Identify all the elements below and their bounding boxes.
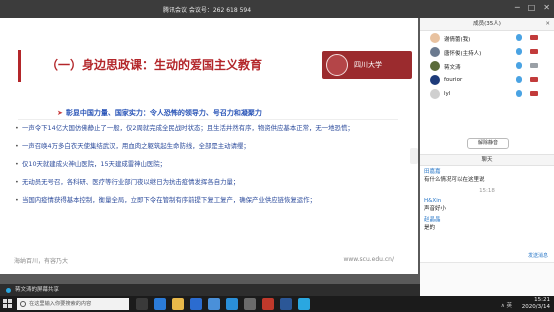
edge-icon[interactable] <box>154 298 166 310</box>
windows-start-icon[interactable] <box>3 299 13 309</box>
avatar <box>430 61 440 71</box>
avatar <box>430 75 440 85</box>
bullet-item: 当国内疫情获得基本控制，衡量全局，立即下令在管制有序前提下复工复产，确保产业供应… <box>14 196 404 214</box>
slide-subtitle-text: 彰显中国力量、国家实力：令人恐怖的领导力、号召力和凝聚力 <box>65 109 262 117</box>
logo-text: 四川大学 <box>354 61 382 69</box>
member-name: lyl <box>444 91 451 97</box>
maximize-icon[interactable]: □ <box>528 3 536 12</box>
slide-title: （一）身边思政课：生动的爱国主义教育 <box>46 58 263 72</box>
member-name: fourior <box>444 77 463 83</box>
bullet-item: 一声召唤4万多白衣天使集结武汉，用血肉之躯筑起生命防线，全部是主动请缨； <box>14 142 404 160</box>
share-indicator-icon <box>6 287 11 293</box>
screen-share-status: 蒋文涛的屏幕共享 <box>0 284 420 296</box>
member-name: 谢倩蕾(我) <box>444 37 471 43</box>
chat-sender: 田嘉嘉 <box>424 169 441 175</box>
member-row[interactable]: 蒋文涛 <box>420 59 554 73</box>
chat-header: 聊天 <box>420 154 554 166</box>
chat-message: 是的 <box>424 225 436 231</box>
camera-icon[interactable] <box>530 63 538 68</box>
minimize-icon[interactable]: ─ <box>515 3 520 12</box>
panel-toggle-button[interactable] <box>410 148 418 164</box>
avatar <box>430 89 440 99</box>
search-placeholder: 在这里输入你要搜索的内容 <box>29 301 92 307</box>
camera-icon[interactable] <box>530 35 538 40</box>
system-tray[interactable]: ∧ 英 <box>501 301 512 309</box>
clock-time: 15:21 <box>534 297 550 303</box>
send-message-link[interactable]: 发送消息 <box>528 252 548 259</box>
mail-icon[interactable] <box>208 298 220 310</box>
bullet-item: 无动员无号召，各科研、医疗等行业部门夜以继日为抗击疫情发挥各自力量； <box>14 178 404 196</box>
window-controls: ─ □ ✕ <box>515 3 550 12</box>
clock[interactable]: 15:21 2020/3/14 <box>522 297 550 311</box>
member-row[interactable]: 唐怀俊(主持人) <box>420 45 554 59</box>
windows-taskbar: 在这里输入你要搜索的内容 ∧ 英 15:21 2020/3/14 <box>0 296 554 312</box>
chat-footer: 发送消息 <box>420 250 554 260</box>
university-seal-icon <box>326 54 348 76</box>
title-accent-bar <box>18 50 21 82</box>
chat-input[interactable] <box>420 262 554 297</box>
bullet-item: 仅10天就建成火神山医院，15天建成雷神山医院； <box>14 160 404 178</box>
slide-subtitle: ➤ 彰显中国力量、国家实力：令人恐怖的领导力、号召力和凝聚力 <box>57 108 262 118</box>
close-panel-icon[interactable]: ✕ <box>545 18 550 30</box>
folder-icon[interactable] <box>172 298 184 310</box>
camera-icon[interactable] <box>530 49 538 54</box>
taskbar-search-input[interactable]: 在这里输入你要搜索的内容 <box>17 298 129 310</box>
share-status-text: 蒋文涛的屏幕共享 <box>15 287 60 293</box>
microphone-icon[interactable] <box>516 90 522 97</box>
chat-sender: 赵晶晶 <box>424 217 441 223</box>
clock-date: 2020/3/14 <box>521 304 550 310</box>
slide-motto: 海纳百川，有容乃大 <box>14 258 69 265</box>
bullet-item: 一声令下14亿大国仿佛静止了一般，仅2周就完成全民战时状态；且生活井然有序，物资… <box>14 124 404 142</box>
microphone-icon[interactable] <box>516 62 522 69</box>
avatar <box>430 47 440 57</box>
chat-sender: H&Xin <box>424 198 442 204</box>
camera-icon[interactable] <box>530 77 538 82</box>
meeting-title-bar: 腾讯会议 会议号：262 618 594 ─ □ ✕ <box>0 0 554 18</box>
avatar <box>430 33 440 43</box>
search-icon <box>20 301 26 307</box>
chat-timestamp: 15:18 <box>479 188 495 194</box>
member-row[interactable]: 谢倩蕾(我) <box>420 31 554 45</box>
chat-message: 有什么情况可以在这里说 <box>424 177 485 183</box>
slide-url: www.scu.edu.cn/ <box>343 256 394 263</box>
microphone-icon[interactable] <box>516 48 522 55</box>
microphone-icon[interactable] <box>516 34 522 41</box>
close-icon[interactable]: ✕ <box>543 3 550 12</box>
media-icon[interactable] <box>262 298 274 310</box>
pinned-apps <box>136 298 310 310</box>
presentation-slide: （一）身边思政课：生动的爱国主义教育 四川大学 ➤ 彰显中国力量、国家实力：令人恐… <box>0 18 418 274</box>
chat-messages: 田嘉嘉 有什么情况可以在这里说 15:18 H&Xin 声音好小 赵晶晶 是的 <box>424 168 550 235</box>
member-row[interactable]: lyl <box>420 87 554 101</box>
divider <box>18 119 398 120</box>
members-title: 成员(35人) <box>473 21 501 27</box>
chat-message: 声音好小 <box>424 206 447 212</box>
slide-bullets: 一声令下14亿大国仿佛静止了一般，仅2周就完成全民战时状态；且生活井然有序，物资… <box>14 124 404 214</box>
microphone-icon[interactable] <box>516 76 522 83</box>
arrow-icon: ➤ <box>57 109 63 117</box>
member-name: 蒋文涛 <box>444 65 461 71</box>
photo-icon[interactable] <box>244 298 256 310</box>
side-panel: 成员(35人) ✕ 谢倩蕾(我) 唐怀俊(主持人) 蒋文涛 fourior lyl 解除… <box>420 18 554 297</box>
university-logo: 四川大学 <box>322 51 412 79</box>
members-header: 成员(35人) ✕ <box>420 18 554 31</box>
unmute-all-button[interactable]: 解除静音 <box>467 138 509 149</box>
meeting-icon[interactable] <box>298 298 310 310</box>
meeting-title: 腾讯会议 会议号：262 618 594 <box>162 7 252 14</box>
store-icon[interactable] <box>190 298 202 310</box>
camera-icon[interactable] <box>530 91 538 96</box>
member-name: 唐怀俊(主持人) <box>444 51 482 57</box>
member-list: 谢倩蕾(我) 唐怀俊(主持人) 蒋文涛 fourior lyl <box>420 31 554 101</box>
word-icon[interactable] <box>280 298 292 310</box>
task-view-icon[interactable] <box>136 298 148 310</box>
member-row[interactable]: fourior <box>420 73 554 87</box>
ie-icon[interactable] <box>226 298 238 310</box>
shared-screen: （一）身边思政课：生动的爱国主义教育 四川大学 ➤ 彰显中国力量、国家实力：令人恐… <box>0 18 420 284</box>
